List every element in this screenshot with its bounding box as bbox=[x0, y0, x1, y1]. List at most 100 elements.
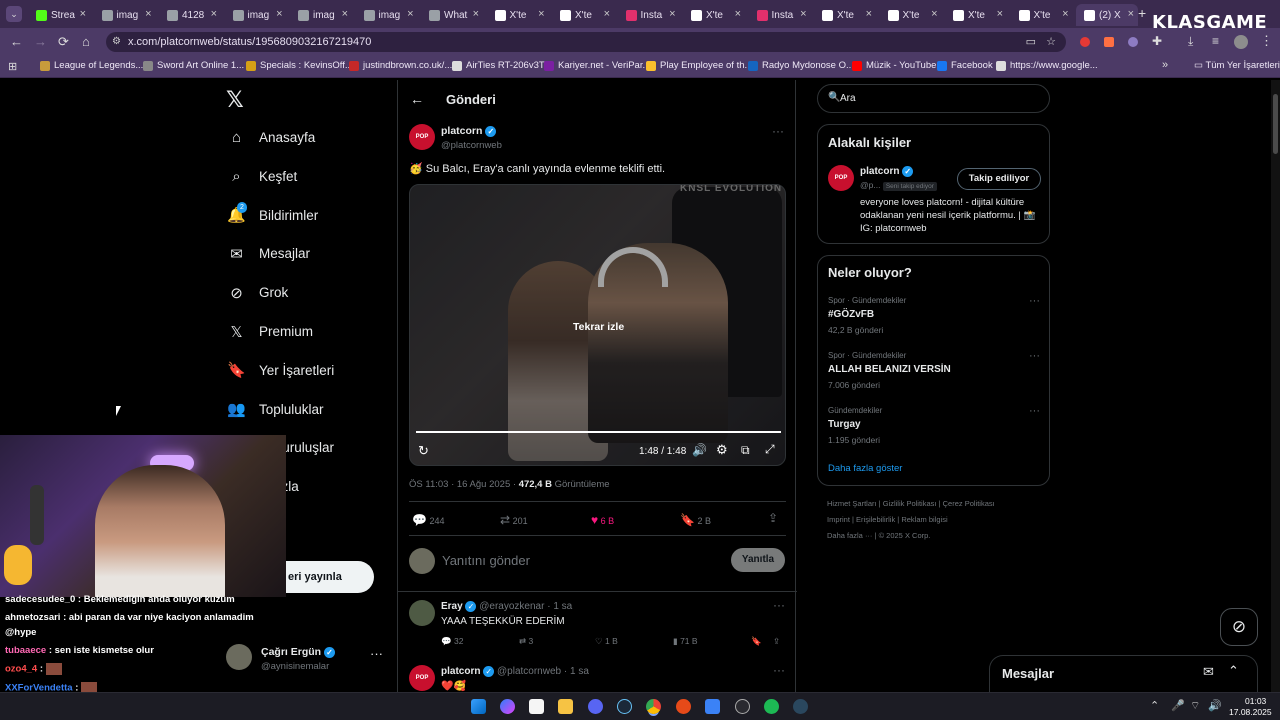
reload-icon[interactable]: ⟳ bbox=[58, 34, 69, 50]
reply-repost-action[interactable]: ⇄ 3 bbox=[519, 636, 533, 647]
trend-item[interactable]: Spor · Gündemdekiler ALLAH BELANIZI VERSİ… bbox=[828, 350, 1040, 390]
trend-more-icon[interactable]: ··· bbox=[1029, 295, 1040, 307]
apps-grid-icon[interactable]: ⊞ bbox=[8, 60, 17, 73]
footer-link[interactable]: Imprint bbox=[827, 515, 850, 524]
tab-close-icon[interactable]: × bbox=[1062, 8, 1068, 20]
browser-tab[interactable]: 4128 × bbox=[159, 4, 221, 26]
bookmark-item[interactable]: Kariyer.net - VeriPar... bbox=[544, 60, 650, 71]
tab-close-icon[interactable]: × bbox=[342, 8, 348, 20]
replay-label[interactable]: Tekrar izle bbox=[573, 321, 624, 333]
browser-tab[interactable]: (2) X × bbox=[1076, 4, 1138, 26]
reply-reply-action[interactable]: 💬 32 bbox=[441, 636, 463, 647]
messages-dock[interactable]: Mesajlar ✉ ⌃ bbox=[989, 655, 1258, 693]
author-handle[interactable]: @platcornweb bbox=[441, 140, 502, 151]
tab-close-icon[interactable]: × bbox=[800, 8, 806, 20]
trend-more-icon[interactable]: ··· bbox=[1029, 350, 1040, 362]
related-avatar[interactable]: POP bbox=[828, 165, 854, 191]
mic-icon[interactable]: 🎤 bbox=[1171, 699, 1185, 712]
store-icon[interactable] bbox=[529, 699, 544, 714]
extension-icon-purple[interactable] bbox=[1128, 37, 1138, 47]
tab-close-icon[interactable]: × bbox=[669, 8, 675, 20]
bookmark-item[interactable]: https://www.google... bbox=[996, 60, 1098, 71]
bookmark-action[interactable]: 🔖 2 B bbox=[680, 513, 711, 527]
browser-tab[interactable]: Strea × bbox=[28, 4, 90, 26]
reply-action[interactable]: 💬 244 bbox=[412, 513, 445, 527]
reply-button[interactable]: Yanıtla bbox=[731, 548, 785, 572]
explorer-icon[interactable] bbox=[558, 699, 573, 714]
browser-tab[interactable]: X'te × bbox=[487, 4, 549, 26]
tab-close-icon[interactable]: × bbox=[931, 8, 937, 20]
chrome-icon[interactable] bbox=[646, 699, 661, 714]
author-avatar[interactable]: POP bbox=[409, 124, 435, 150]
reply-more-icon[interactable]: ··· bbox=[773, 598, 785, 612]
footer-link[interactable]: Reklam bilgisi bbox=[901, 515, 947, 524]
nav-item[interactable]: ⌂ Anasayfa bbox=[228, 129, 315, 146]
bookmark-item[interactable]: Müzik - YouTube bbox=[852, 60, 936, 71]
page-scrollbar[interactable] bbox=[1271, 80, 1280, 692]
bookmark-item[interactable]: Sword Art Online 1... bbox=[143, 60, 244, 71]
clock-date[interactable]: 17.08.2025 bbox=[1229, 707, 1272, 717]
search-input[interactable]: Ara bbox=[840, 93, 856, 104]
show-more-link[interactable]: Daha fazla göster bbox=[828, 463, 902, 474]
footer-link[interactable]: © 2025 X Corp. bbox=[879, 531, 931, 540]
tab-close-icon[interactable]: × bbox=[538, 8, 544, 20]
nav-item[interactable]: ⌕ Keşfet bbox=[228, 168, 297, 185]
new-tab-button[interactable]: + bbox=[1138, 5, 1146, 21]
bookmark-item[interactable]: Specials : KevinsOff... bbox=[246, 60, 353, 71]
bookmark-item[interactable]: Play Employee of th... bbox=[646, 60, 752, 71]
app-red-icon[interactable] bbox=[676, 699, 691, 714]
author-name-row[interactable]: platcorn ✓ bbox=[441, 125, 497, 137]
extension-icon-orange[interactable] bbox=[1104, 37, 1114, 47]
tab-close-icon[interactable]: × bbox=[211, 8, 217, 20]
nav-item[interactable]: 👥 Topluluklar bbox=[227, 401, 323, 418]
wifi-icon[interactable]: ⌔ bbox=[1190, 699, 1200, 713]
footer-link[interactable]: Gizlilik Politikası bbox=[883, 499, 937, 508]
new-message-icon[interactable]: ✉ bbox=[1203, 664, 1214, 680]
footer-link[interactable]: Daha fazla ··· bbox=[827, 531, 872, 540]
share-icon[interactable]: ⇪ bbox=[768, 511, 778, 525]
steam2-icon[interactable] bbox=[793, 699, 808, 714]
bookmark-icon[interactable]: 🔖 bbox=[751, 636, 762, 647]
bookmarks-overflow-icon[interactable]: » bbox=[1162, 59, 1168, 71]
tab-close-icon[interactable]: × bbox=[407, 8, 413, 20]
copilot-icon[interactable] bbox=[500, 699, 515, 714]
url-field[interactable]: ⚙ x.com/platcornweb/status/1956809032167… bbox=[106, 32, 1066, 52]
nav-item[interactable]: 𝕏 Premium bbox=[228, 323, 313, 341]
clock-time[interactable]: 01:03 bbox=[1245, 696, 1266, 706]
back-arrow-icon[interactable]: ← bbox=[410, 91, 424, 107]
spotify-icon[interactable] bbox=[764, 699, 779, 714]
browser-menu-icon[interactable]: ⋮ bbox=[1260, 33, 1273, 49]
trend-item[interactable]: Spor · Gündemdekiler #GÖZvFB 42,2 B gönder… bbox=[828, 295, 1040, 335]
share-icon[interactable]: ⇪ bbox=[773, 636, 780, 647]
repost-action[interactable]: ⇄ 201 bbox=[500, 513, 528, 527]
following-button[interactable]: Takip ediliyor bbox=[957, 168, 1041, 190]
bookmark-item[interactable]: AirTies RT-206v3TT bbox=[452, 60, 550, 71]
bookmark-item[interactable]: Facebook bbox=[937, 60, 993, 71]
tab-close-icon[interactable]: × bbox=[735, 8, 741, 20]
replay-icon[interactable]: ↻ bbox=[418, 443, 429, 459]
app-circle-icon[interactable] bbox=[735, 699, 750, 714]
bookmark-item[interactable]: Radyo Mydonose O... bbox=[748, 60, 854, 71]
reply-input[interactable]: Yanıtını gönder bbox=[442, 553, 712, 568]
photos-icon[interactable] bbox=[705, 699, 720, 714]
browser-tab[interactable]: X'te × bbox=[683, 4, 745, 26]
bookmark-star-icon[interactable]: ☆ bbox=[1046, 32, 1056, 52]
windows-start-icon[interactable] bbox=[471, 699, 486, 714]
nav-item[interactable]: 🔖 Yer İşaretleri bbox=[227, 362, 334, 379]
reply-like-action[interactable]: ♡ 1 B bbox=[595, 636, 618, 647]
browser-tab[interactable]: X'te × bbox=[945, 4, 1007, 26]
profile-avatar[interactable] bbox=[1234, 35, 1248, 49]
home-browser-icon[interactable]: ⌂ bbox=[82, 34, 90, 49]
browser-tab[interactable]: X'te × bbox=[1011, 4, 1073, 26]
fullscreen-icon[interactable]: ⤢ bbox=[765, 442, 775, 457]
tab-search-button[interactable]: ⌄ bbox=[6, 6, 22, 22]
tab-close-icon[interactable]: × bbox=[276, 8, 282, 20]
footer-link[interactable]: Çerez Politikası bbox=[943, 499, 995, 508]
trend-item[interactable]: Gündemdekiler Turgay 1.195 gönderi ··· bbox=[828, 405, 1040, 445]
related-name-row[interactable]: platcorn ✓ bbox=[860, 166, 914, 177]
reply-item[interactable]: POP platcorn ✓ @platcornweb · 1 sa ··· ❤… bbox=[398, 663, 797, 693]
browser-tab[interactable]: What × bbox=[421, 4, 483, 26]
browser-tab[interactable]: imag × bbox=[225, 4, 287, 26]
search-box[interactable]: 🔍 Ara bbox=[817, 84, 1050, 113]
tray-chevron-icon[interactable]: ⌃ bbox=[1150, 699, 1159, 712]
